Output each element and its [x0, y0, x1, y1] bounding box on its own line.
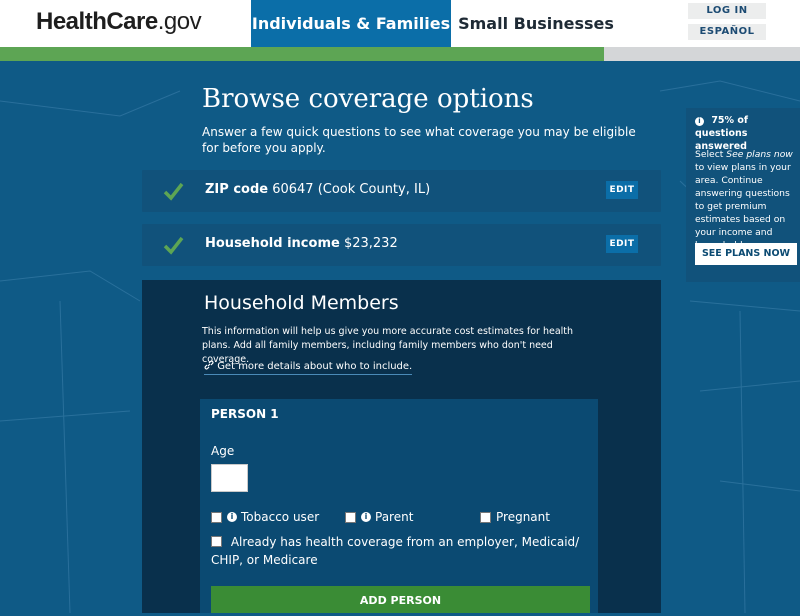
sidebar-text-emphasis: See plans now	[726, 149, 793, 160]
info-icon[interactable]: i	[227, 512, 237, 522]
age-input[interactable]	[211, 464, 248, 492]
progress-sidebar: i 75% of questions answered Select See p…	[686, 108, 800, 282]
household-income-summary: Household income $23,232	[205, 236, 398, 251]
checkmark-icon	[163, 182, 184, 201]
tab-individuals-families[interactable]: Individuals & Families	[251, 0, 451, 47]
parent-label: Parent	[375, 510, 414, 524]
tobacco-user-option[interactable]: i Tobacco user	[211, 510, 319, 524]
parent-option[interactable]: i Parent	[345, 510, 413, 524]
tobacco-user-label: Tobacco user	[241, 510, 320, 524]
existing-coverage-label: Already has health coverage from an empl…	[211, 535, 580, 567]
sidebar-text-post: to view plans in your area. Continue ans…	[695, 162, 791, 251]
edit-zip-button[interactable]: EDIT	[606, 181, 638, 199]
tab-small-businesses[interactable]: Small Businesses	[456, 0, 616, 47]
pregnant-option[interactable]: Pregnant	[480, 510, 550, 524]
household-income-value: $23,232	[343, 236, 398, 251]
logo-suffix: .gov	[157, 8, 202, 35]
page-intro: Answer a few quick questions to see what…	[202, 125, 636, 155]
checkmark-icon	[163, 236, 184, 255]
who-to-include-link-text: Get more details about who to include.	[217, 361, 413, 372]
person-card: PERSON 1 Age i Tobacco user i Parent Pre…	[200, 399, 598, 613]
who-to-include-link[interactable]: Get more details about who to include.	[204, 360, 413, 375]
espanol-button[interactable]: ESPAÑOL	[688, 24, 766, 40]
zip-code-label: ZIP code	[205, 182, 269, 197]
zip-code-step: ZIP code 60647 (Cook County, IL) EDIT	[142, 170, 661, 212]
site-header: HealthCare.gov Individuals & Families Sm…	[0, 0, 800, 47]
healthcare-gov-logo[interactable]: HealthCare.gov	[36, 8, 202, 36]
zip-code-summary: ZIP code 60647 (Cook County, IL)	[205, 182, 430, 197]
progress-bar-fill	[0, 47, 604, 61]
pregnant-label: Pregnant	[496, 510, 550, 524]
pregnant-checkbox[interactable]	[480, 511, 491, 523]
progress-bar	[0, 47, 800, 61]
info-icon: i	[695, 117, 704, 126]
age-label: Age	[211, 444, 235, 458]
logo-main: HealthCare	[36, 8, 158, 35]
sidebar-text-pre: Select	[695, 149, 727, 160]
login-button[interactable]: LOG IN	[688, 3, 766, 19]
existing-coverage-checkbox[interactable]	[211, 536, 222, 547]
see-plans-now-button[interactable]: SEE PLANS NOW	[695, 243, 797, 265]
zip-code-value: 60647 (Cook County, IL)	[272, 182, 431, 197]
household-income-label: Household income	[205, 236, 340, 251]
link-icon	[204, 360, 214, 370]
existing-coverage-option[interactable]: Already has health coverage from an empl…	[211, 533, 596, 569]
page-title: Browse coverage options	[202, 84, 534, 114]
sidebar-description: Select See plans now to view plans in yo…	[695, 148, 797, 252]
person-heading: PERSON 1	[211, 407, 279, 421]
add-person-button[interactable]: ADD PERSON	[211, 586, 590, 613]
household-members-title: Household Members	[204, 292, 399, 314]
info-icon[interactable]: i	[361, 512, 371, 522]
edit-income-button[interactable]: EDIT	[606, 235, 638, 253]
parent-checkbox[interactable]	[345, 511, 356, 523]
household-income-step: Household income $23,232 EDIT	[142, 224, 661, 266]
household-members-panel: Household Members This information will …	[142, 280, 661, 613]
tobacco-user-checkbox[interactable]	[211, 511, 222, 523]
